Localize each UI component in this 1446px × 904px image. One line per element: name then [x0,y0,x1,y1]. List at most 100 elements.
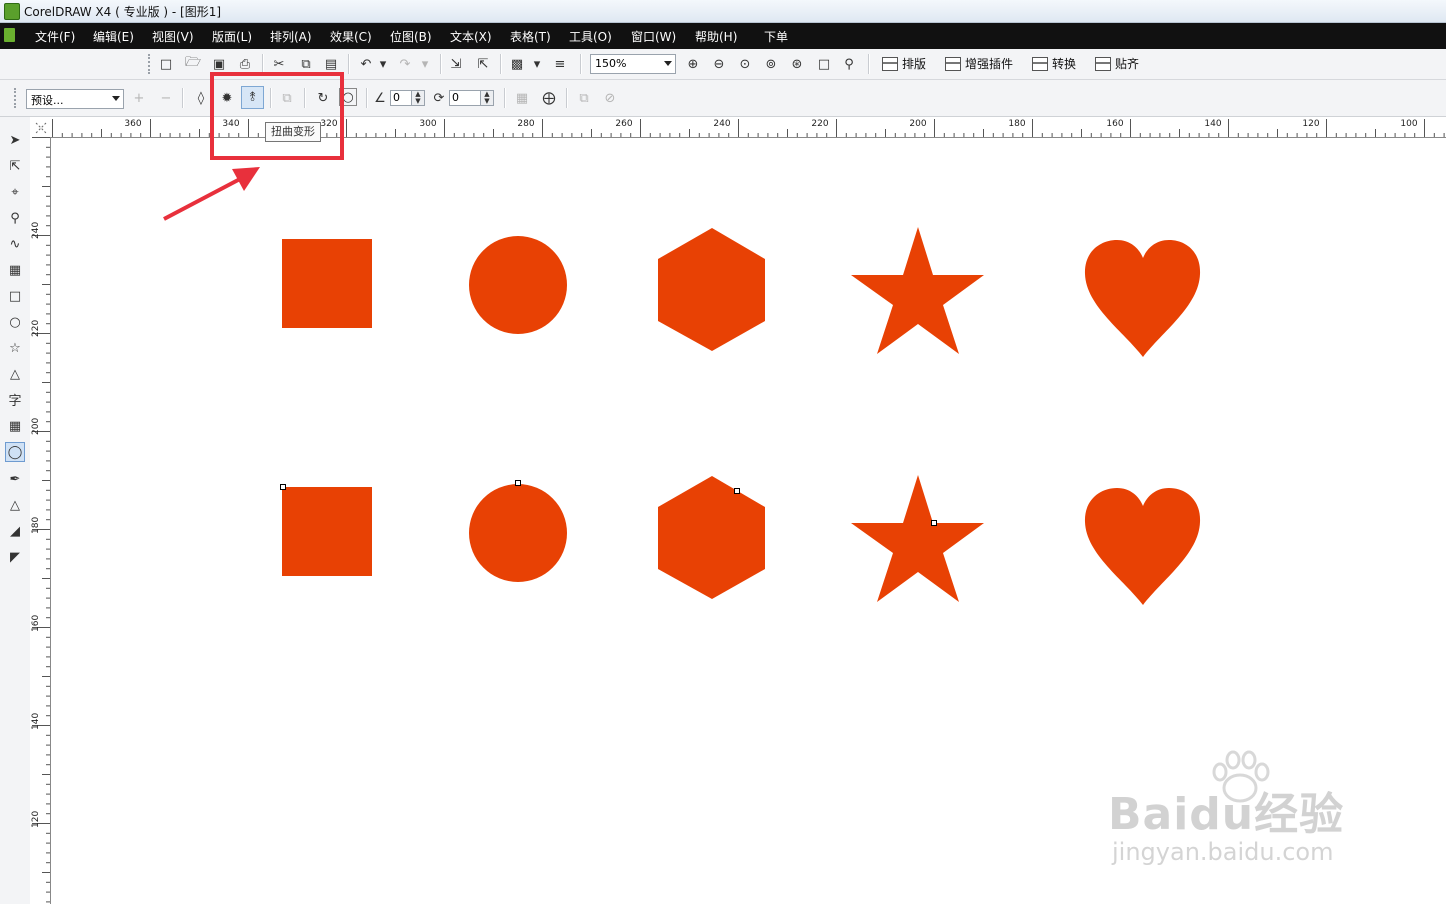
menu-view[interactable]: 视图(V) [152,28,194,45]
clear-distortion-icon[interactable]: ⊘ [601,89,619,107]
ruler-label: 180 [1008,119,1026,129]
convert-plugin-button[interactable]: 转换 [1032,55,1076,72]
launcher-dropdown-icon[interactable]: ▾ [532,55,542,73]
table-tool-icon[interactable]: ▦ [5,416,25,436]
undo-icon[interactable]: ↶ [357,55,375,73]
full-rotations-value[interactable]: 0 [390,90,412,106]
additional-degrees-icon: ⟳ [433,90,445,106]
shape-tool-icon[interactable]: ⇱ [5,156,25,176]
menu-tools[interactable]: 工具(O) [569,28,612,45]
ellipse-tool-icon[interactable]: ○ [5,312,25,332]
menu-bitmaps[interactable]: 位图(B) [390,28,432,45]
menu-effects[interactable]: 效果(C) [330,28,372,45]
ruler-label: 120 [1302,119,1320,129]
zoom-level-select[interactable]: 150% [590,54,676,74]
zoom-out-icon[interactable]: ⊖ [710,55,728,73]
toolbar-grip[interactable] [14,88,19,108]
annotation-highlight-box [210,72,344,160]
menu-file[interactable]: 文件(F) [35,28,75,45]
redo-dropdown-icon[interactable]: ▾ [420,55,430,73]
menu-edit[interactable]: 编辑(E) [93,28,134,45]
distortion-center-icon[interactable]: ⨁ [540,89,558,107]
export-icon[interactable]: ⇱ [474,55,492,73]
menu-layout[interactable]: 版面(L) [212,28,252,45]
eyedropper-tool-icon[interactable]: ✒ [5,469,25,489]
open-folder-icon[interactable]: 🗁 [184,55,202,73]
print-icon[interactable]: ⎙ [236,55,254,73]
smart-fill-tool-icon[interactable]: ▦ [5,260,25,280]
outline-pen-tool-icon[interactable]: △ [5,495,25,515]
zoom-in-icon[interactable]: ⊕ [684,55,702,73]
heart-shape[interactable] [1084,240,1202,358]
document-icon[interactable] [4,28,15,42]
additional-degrees-value[interactable]: 0 [449,90,481,106]
selection-node[interactable] [931,520,937,526]
hexagon-shape[interactable] [658,476,766,600]
heart-shape[interactable] [1084,488,1202,606]
application-launcher-icon[interactable]: ▩ [508,55,526,73]
coreldraw-app-icon [4,3,20,20]
menu-table[interactable]: 表格(T) [510,28,551,45]
rectangle-tool-icon[interactable]: □ [5,286,25,306]
menu-text[interactable]: 文本(X) [450,28,492,45]
snap-plugin-button[interactable]: 贴齐 [1095,55,1139,72]
welcome-screen-icon[interactable]: ≡ [551,55,569,73]
vertical-ruler[interactable]: 240 220 200 180 160 140 120 [30,137,51,904]
ruler-label: 160 [31,614,41,632]
selection-node[interactable] [280,484,286,490]
add-preset-icon[interactable]: + [130,89,148,107]
preset-select[interactable]: 预设... [26,89,124,109]
menu-arrange[interactable]: 排列(A) [270,28,312,45]
undo-dropdown-icon[interactable]: ▾ [378,55,388,73]
polygon-tool-icon[interactable]: ☆ [5,338,25,358]
circle-shape[interactable] [468,235,568,335]
zoom-all-objects-icon[interactable]: ⊚ [762,55,780,73]
zoom-tool-icon[interactable]: ⚲ [5,208,25,228]
additional-degrees-spinner[interactable]: 0 ▲ ▼ [449,89,494,107]
spinner-arrows-icon[interactable]: ▲ ▼ [412,90,425,106]
star-shape[interactable] [851,227,985,355]
text-tool-icon[interactable]: 字 [5,389,25,409]
paste-icon[interactable]: ▤ [322,55,340,73]
star-shape[interactable] [851,475,985,603]
interactive-fill-tool-icon[interactable]: ◤ [5,547,25,567]
push-pull-distortion-icon[interactable]: ◊ [192,89,210,107]
menu-window[interactable]: 窗口(W) [631,28,676,45]
menu-help[interactable]: 帮助(H) [695,28,737,45]
basic-shapes-tool-icon[interactable]: △ [5,364,25,384]
copy-properties-icon[interactable]: ⧉ [575,89,593,107]
fill-tool-icon[interactable]: ◢ [5,521,25,541]
full-rotations-spinner[interactable]: 0 ▲ ▼ [390,89,425,107]
ruler-label: 220 [31,319,41,337]
zoom-page-width-icon[interactable]: □ [815,55,833,73]
redo-icon[interactable]: ↷ [396,55,414,73]
remove-preset-icon[interactable]: − [157,89,175,107]
freehand-tool-icon[interactable]: ∿ [5,234,25,254]
hexagon-shape[interactable] [658,228,766,352]
import-icon[interactable]: ⇲ [447,55,465,73]
selection-node[interactable] [734,488,740,494]
square-shape[interactable] [282,487,372,576]
zoom-page-icon[interactable]: ⊛ [788,55,806,73]
spinner-arrows-icon[interactable]: ▲ ▼ [481,90,494,106]
zoom-selected-icon[interactable]: ⊙ [736,55,754,73]
center-distortion-icon[interactable]: ▦ [513,89,531,107]
toolbar-grip[interactable] [148,54,153,74]
save-icon[interactable]: ▣ [210,55,228,73]
typesetting-plugin-button[interactable]: 排版 [882,55,926,72]
zoom-page-height-icon[interactable]: ⚲ [840,55,858,73]
copy-icon[interactable]: ⧉ [297,55,315,73]
square-shape[interactable] [282,239,372,328]
enhance-plugin-button[interactable]: 增强插件 [945,55,1013,72]
menu-order[interactable]: 下单 [764,28,788,45]
separator [440,54,442,74]
ruler-origin[interactable] [30,117,53,138]
new-document-icon[interactable]: □ [157,55,175,73]
interactive-tool-icon[interactable]: ◯ [5,442,25,462]
selection-node[interactable] [515,480,521,486]
cut-icon[interactable]: ✂ [270,55,288,73]
pick-tool-icon[interactable]: ➤ [5,130,25,150]
crop-tool-icon[interactable]: ⌖ [5,182,25,202]
circle-shape[interactable] [468,483,568,583]
ruler-label: 240 [31,221,41,239]
